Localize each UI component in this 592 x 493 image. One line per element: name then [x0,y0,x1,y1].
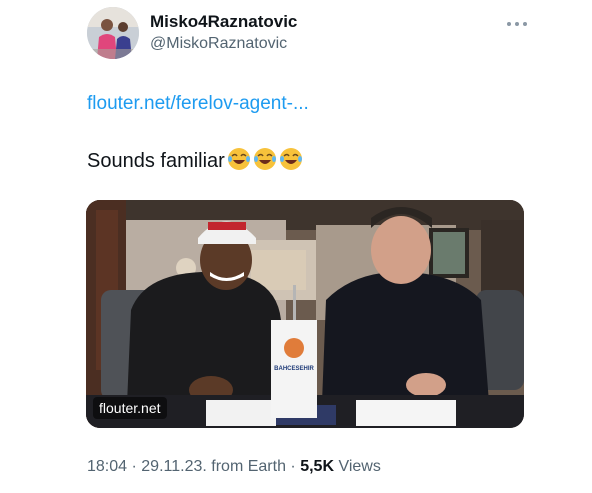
display-name[interactable]: Misko4Raznatovic [150,12,297,32]
avatar-photo [87,7,139,59]
user-handle[interactable]: @MiskoRaznatovic [150,35,287,53]
tweet-text-content: Sounds familiar [87,150,225,172]
tweet-text: Sounds familiar [87,147,303,177]
tweet-date[interactable]: 29.11.23. [141,458,207,475]
joy-emoji-icon [279,147,303,177]
signing-photo: BAHCESEHIR [86,200,524,428]
avatar[interactable] [87,7,139,59]
link-card-image[interactable]: BAHCESEHIR [86,200,524,428]
tweet-link[interactable]: flouter.net/ferelov-agent-... [87,93,309,115]
meta-separator: · [131,458,137,475]
views-count: 5,5K [300,458,334,475]
joy-emoji-icon [253,147,277,177]
joy-emoji-icon [227,147,251,177]
card-domain-label: flouter.net [93,397,167,419]
views-label: Views [338,458,381,475]
tweet-time[interactable]: 18:04 [87,458,127,475]
tweet-source: from Earth [211,458,286,475]
more-options-button[interactable] [504,11,530,31]
meta-separator: · [290,458,296,475]
tweet-meta: 18:04 · 29.11.23. from Earth · 5,5K View… [87,458,381,476]
desk-flag-text: BAHCESEHIR [274,366,314,372]
more-horizontal-icon [507,22,527,26]
tweet-card: Misko4Raznatovic @MiskoRaznatovic floute… [0,0,592,493]
